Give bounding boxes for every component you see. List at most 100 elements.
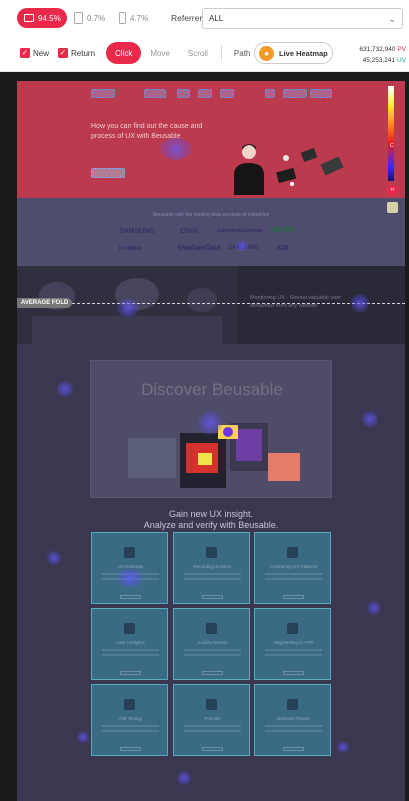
heat-spot — [283, 89, 307, 98]
client-logo: Johnson&Johnson — [217, 228, 263, 234]
heat-spot — [198, 89, 212, 98]
heat-spot — [91, 168, 125, 178]
devices-illustration — [276, 147, 344, 186]
heat-spot — [77, 731, 89, 743]
new-visitor-label: New — [33, 48, 50, 58]
feature-card[interactable]: UX Heatmap — [91, 532, 168, 604]
check-icon: ✓ — [20, 48, 30, 58]
tablet-icon — [74, 12, 83, 24]
heat-spot — [310, 89, 332, 98]
heat-spot — [351, 294, 369, 312]
heat-spot — [117, 299, 139, 317]
feature-card[interactable]: Behavior Report — [254, 684, 331, 756]
return-visitor-checkbox[interactable]: ✓ Return — [58, 48, 95, 58]
card-text-line — [184, 725, 241, 727]
heat-spot — [220, 89, 234, 98]
live-heatmap-button[interactable]: ● Live Heatmap — [254, 42, 333, 64]
card-title: Behavior Report — [277, 716, 310, 721]
band-text: Monitoring UX · Reveal valuable user beh… — [250, 295, 342, 309]
heatmap-viewport[interactable]: How you can find out the cause and proce… — [17, 81, 405, 801]
average-fold-line — [17, 303, 405, 304]
heat-spot — [159, 138, 193, 160]
device-toolbar: 94.5% 0.7% 4.7% Referrer ALL ⌄ — [0, 0, 409, 38]
heatmap-mode-tabs: Click Move Scroll Path — [106, 42, 264, 64]
referrer-value: ALL — [209, 14, 224, 23]
card-text-line — [184, 578, 241, 580]
tab-click[interactable]: Click — [106, 42, 142, 64]
feature-icon — [206, 699, 217, 710]
desktop-percent: 94.5% — [38, 13, 61, 23]
feature-card[interactable]: Segmenting to VTR — [254, 608, 331, 680]
card-more-button — [202, 595, 223, 599]
feature-card[interactable]: Comparing UX Patterns — [254, 532, 331, 604]
card-text-line — [265, 649, 322, 651]
heat-spot — [265, 89, 275, 98]
heat-spot — [177, 771, 191, 785]
logos-title: Beusable with the leading data services … — [152, 212, 270, 218]
feature-icon — [287, 547, 298, 558]
card-title: Comparing UX Patterns — [269, 564, 318, 569]
tablet-percent: 0.7% — [87, 13, 106, 23]
traffic-stats: 631,732,940 PV 45,253,241 UV — [359, 44, 406, 66]
card-title: Segmenting to VTR — [273, 640, 314, 645]
client-logo: KIA — [277, 245, 290, 252]
mobile-device-button[interactable]: 4.7% — [119, 8, 148, 28]
card-text-line — [102, 654, 159, 656]
feature-card[interactable]: User Analytics — [91, 608, 168, 680]
scale-toggle-button[interactable]: ‹› — [387, 185, 398, 196]
feature-card[interactable]: A/B Testing — [91, 684, 168, 756]
card-title: A/B Testing — [119, 716, 142, 721]
mobile-icon — [119, 12, 126, 24]
new-visitor-checkbox[interactable]: ✓ New — [20, 48, 49, 58]
card-text-line — [184, 654, 241, 656]
card-title: User Analytics — [116, 640, 145, 645]
card-more-button — [120, 671, 141, 675]
card-more-button — [120, 595, 141, 599]
tablet-device-button[interactable]: 0.7% — [74, 8, 105, 28]
heat-spot — [198, 411, 222, 435]
average-fold-label: AVERAGE FOLD — [17, 298, 73, 308]
feature-card[interactable]: Recording Solution — [173, 532, 250, 604]
card-text-line — [265, 578, 322, 580]
heat-spot — [235, 241, 249, 251]
gain-line-2: Analyze and verify with Beusable. — [143, 520, 279, 530]
heat-spot — [117, 569, 143, 587]
chevron-down-icon: ⌄ — [388, 14, 396, 24]
client-logo: HYUNDAI — [119, 246, 142, 252]
heatmap-frame: How you can find out the cause and proce… — [0, 72, 409, 801]
card-text-line — [184, 573, 241, 575]
card-text-line — [102, 730, 159, 732]
card-title: Activity Stream — [197, 640, 228, 645]
heat-spot — [47, 551, 61, 565]
referrer-select[interactable]: ALL ⌄ — [202, 8, 403, 29]
feature-icon — [124, 547, 135, 558]
card-text-line — [265, 730, 322, 732]
client-logo: NAVER — [271, 227, 295, 234]
live-heatmap-label: Live Heatmap — [279, 48, 328, 58]
feature-icon — [206, 547, 217, 558]
fire-icon: ● — [259, 45, 274, 61]
hero-text: How you can find out the cause and proce… — [91, 123, 203, 140]
heat-spot — [91, 89, 115, 98]
feature-card[interactable]: Activity Stream — [173, 608, 250, 680]
feature-card[interactable]: Funnels — [173, 684, 250, 756]
scale-low-label: C — [390, 143, 394, 149]
uv-label: UV — [396, 57, 406, 64]
card-more-button — [283, 747, 304, 751]
dark-feature-band: Monitoring UX · Reveal valuable user beh… — [17, 266, 405, 344]
screenshot-icon[interactable] — [387, 202, 398, 213]
monitor-icon — [24, 14, 34, 22]
card-text-line — [265, 654, 322, 656]
feature-icon — [287, 623, 298, 634]
card-more-button — [120, 747, 141, 751]
heatmap-intensity-scale — [388, 86, 394, 181]
feature-icon — [124, 623, 135, 634]
client-logo: SAMSUNG — [119, 228, 155, 235]
card-more-button — [202, 747, 223, 751]
referrer-label: Referrer — [171, 13, 203, 23]
desktop-device-button[interactable]: 94.5% — [17, 8, 67, 28]
client-logo: ShinhanCard — [177, 245, 221, 252]
tab-move[interactable]: Move — [141, 42, 179, 64]
client-logo: Cheil — [180, 228, 198, 235]
tab-scroll[interactable]: Scroll — [179, 42, 217, 64]
